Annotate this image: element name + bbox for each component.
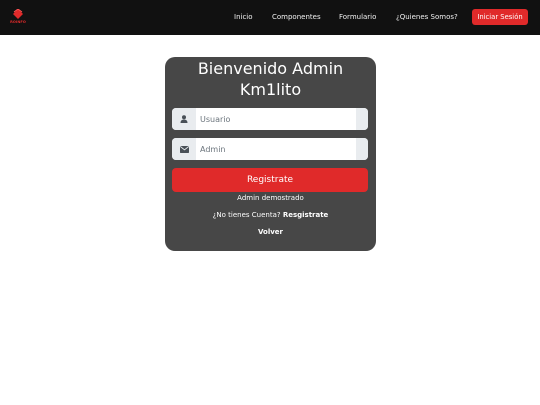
admin-input-group xyxy=(172,138,368,160)
card-title-line1: Bienvenido Admin xyxy=(197,59,344,78)
login-button[interactable]: Iniciar Sesión xyxy=(472,9,528,25)
username-addon xyxy=(356,108,368,130)
logo-icon xyxy=(13,9,23,19)
demo-text: Admin demostrado xyxy=(237,194,304,202)
navbar: ROINFO Inicio Componentes Formulario ¿Qu… xyxy=(0,0,540,35)
card-title-line2: Km1lito xyxy=(239,80,302,99)
nav-link-componentes[interactable]: Componentes xyxy=(272,12,321,22)
register-link[interactable]: Resgistrate xyxy=(283,211,329,219)
user-icon xyxy=(172,108,196,130)
back-link[interactable]: Volver xyxy=(165,227,376,237)
nav-link-formulario[interactable]: Formulario xyxy=(339,12,376,22)
login-card: Bienvenido Admin Km1lito Registrate Admi… xyxy=(165,57,376,251)
username-input[interactable] xyxy=(196,108,356,130)
logo-text: ROINFO xyxy=(10,20,26,24)
brand-logo[interactable]: ROINFO xyxy=(8,9,28,27)
username-input-group xyxy=(172,108,368,130)
admin-input[interactable] xyxy=(196,138,356,160)
nav-link-quienes-somos[interactable]: ¿Quienes Somos? xyxy=(396,12,458,22)
no-account-text: ¿No tienes Cuenta? xyxy=(212,211,281,219)
envelope-icon xyxy=(172,138,196,160)
no-account-line: ¿No tienes Cuenta? Resgistrate xyxy=(165,210,376,220)
admin-addon xyxy=(356,138,368,160)
card-title: Bienvenido Admin Km1lito xyxy=(165,58,376,100)
nav-link-inicio[interactable]: Inicio xyxy=(234,12,253,22)
register-button[interactable]: Registrate xyxy=(172,168,368,192)
